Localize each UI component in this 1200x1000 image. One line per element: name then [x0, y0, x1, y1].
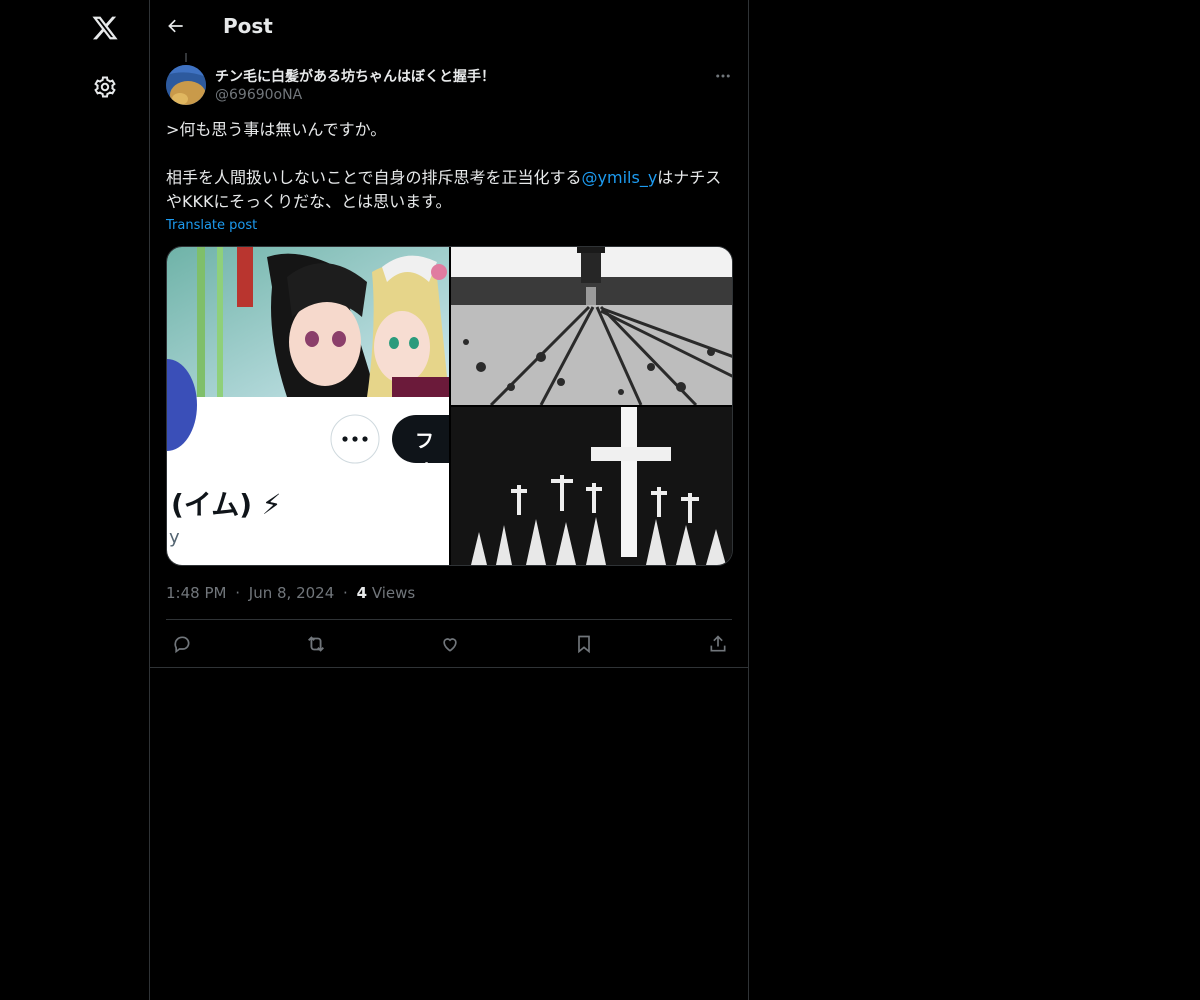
avatar[interactable] — [166, 65, 206, 105]
post-time[interactable]: 1:48 PM — [166, 584, 226, 602]
page-title: Post — [223, 14, 273, 38]
post-text: >何も思う事は無いんですか。 相手を人間扱いしないことで自身の排斥思考を正当化す… — [166, 118, 734, 214]
arrow-left-icon — [168, 19, 183, 33]
post-column: Post チン毛に白髪がある坊ちゃんはぼくと握手！ @69690oNA >何も思… — [149, 0, 749, 1000]
like-button[interactable] — [436, 630, 464, 658]
post-text-line-2: 相手を人間扱いしないことで自身の排斥思考を正当化する@ymils_yはナチスやK… — [166, 166, 734, 214]
media-image-1[interactable]: フォ (イム) ⚡ y — [167, 247, 449, 565]
heart-icon — [443, 638, 457, 652]
media-grid: フォ (イム) ⚡ y — [166, 246, 733, 566]
burning-cross-photo — [451, 407, 732, 565]
more-horizontal-icon — [716, 74, 730, 78]
post-bottom-border — [150, 667, 748, 668]
gear-icon[interactable] — [81, 63, 129, 111]
top-bar: Post — [150, 0, 748, 53]
translate-post-link[interactable]: Translate post — [166, 218, 257, 233]
image-handle-fragment: y — [169, 527, 180, 548]
share-button[interactable] — [704, 630, 732, 658]
post-date[interactable]: Jun 8, 2024 — [249, 584, 334, 602]
post-text-empty-line — [166, 142, 734, 166]
media-image-3[interactable] — [451, 407, 732, 565]
x-logo-icon[interactable] — [81, 4, 129, 52]
bookmark-button[interactable] — [570, 630, 598, 658]
separator: · — [235, 584, 241, 602]
repost-button[interactable] — [302, 630, 330, 658]
media-image-2[interactable] — [451, 247, 732, 405]
post-text-line-1: >何も思う事は無いんですか。 — [166, 120, 387, 139]
image-name-fragment: (イム) ⚡ — [171, 488, 282, 521]
views-count: 4 — [356, 584, 368, 602]
reply-icon — [174, 636, 190, 654]
views-label: Views — [371, 584, 416, 602]
post-text-segment: 相手を人間扱いしないことで自身の排斥思考を正当化する — [166, 168, 582, 187]
back-button[interactable] — [158, 8, 194, 44]
repost-icon — [308, 636, 324, 652]
user-handle[interactable]: @69690oNA — [215, 87, 302, 103]
bookmark-icon — [578, 635, 590, 654]
left-nav — [0, 0, 149, 1000]
reply-button[interactable] — [168, 630, 196, 658]
image-button-fragment: フォ — [415, 430, 435, 479]
share-icon — [710, 635, 726, 652]
more-options-button[interactable] — [710, 63, 736, 89]
post-timestamp-row: 1:48 PM · Jun 8, 2024 · 4 Views — [166, 584, 415, 602]
display-name[interactable]: チン毛に白髪がある坊ちゃんはぼくと握手！ — [215, 66, 495, 86]
divider — [166, 619, 732, 620]
mention-link[interactable]: @ymils_y — [582, 168, 658, 187]
railway-gate-photo — [451, 247, 732, 405]
thread-line — [185, 53, 187, 62]
separator: · — [343, 584, 348, 602]
